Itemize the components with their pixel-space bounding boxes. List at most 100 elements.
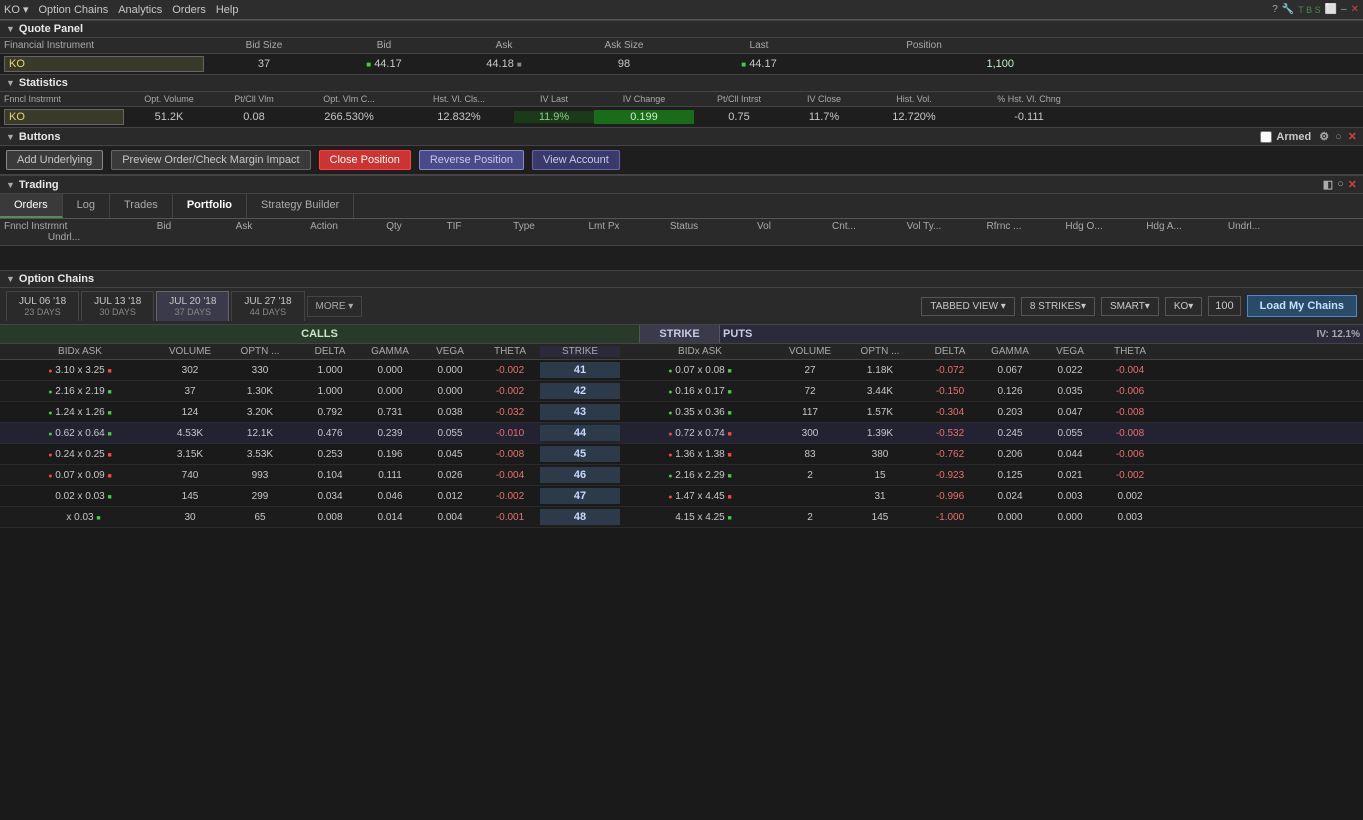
- close-icon[interactable]: ✕: [1351, 4, 1359, 15]
- minimize-icon[interactable]: –: [1341, 4, 1347, 15]
- trading-title: Trading: [19, 179, 59, 191]
- put-bid-ask: ● 1.47 x 4.45 ■: [620, 490, 780, 503]
- call-gamma: 0.111: [360, 470, 420, 481]
- ko-button[interactable]: KO▾: [1165, 297, 1202, 316]
- date-tab-jul27[interactable]: JUL 27 '18 44 DAYS: [231, 291, 304, 321]
- chain-row[interactable]: ● 3.10 x 3.25 ■ 302 330 1.000 0.000 0.00…: [0, 360, 1363, 381]
- stats-iv-last: 11.9%: [514, 111, 594, 123]
- call-volume: 302: [160, 365, 220, 376]
- trading-col-undrl1: Undrl...: [1204, 221, 1284, 232]
- put-volume: 83: [780, 449, 840, 460]
- call-theta: -0.008: [480, 449, 540, 460]
- quote-panel: ▼ Quote Panel Financial Instrument Bid S…: [0, 20, 1363, 74]
- iv-badge: IV: 12.1%: [1317, 329, 1360, 340]
- more-dates-button[interactable]: MORE ▾: [307, 296, 363, 317]
- menu-option-chains[interactable]: Option Chains: [38, 4, 108, 16]
- close-position-button[interactable]: Close Position: [319, 150, 411, 170]
- stats-instrument[interactable]: KO: [4, 109, 124, 125]
- chain-row[interactable]: ● 0.02 x 0.03 ■ 145 299 0.034 0.046 0.01…: [0, 486, 1363, 507]
- trading-col-undrl2: Undrl...: [4, 232, 124, 243]
- tbs-icon: T B S: [1298, 5, 1320, 15]
- smart-button[interactable]: SMART▾: [1101, 297, 1159, 316]
- call-delta: 0.034: [300, 491, 360, 502]
- tab-trades[interactable]: Trades: [110, 194, 173, 218]
- tab-orders[interactable]: Orders: [0, 194, 63, 218]
- help-icon[interactable]: ?: [1272, 4, 1278, 15]
- menu-orders[interactable]: Orders: [172, 4, 206, 16]
- menu-analytics[interactable]: Analytics: [118, 4, 162, 16]
- quote-panel-arrow[interactable]: ▼: [6, 24, 15, 34]
- menu-ko[interactable]: KO ▾: [4, 3, 28, 16]
- call-gamma: 0.000: [360, 365, 420, 376]
- col-put-optn: OPTN ...: [840, 346, 920, 357]
- stats-pt-cll-intrst: 0.75: [694, 111, 784, 123]
- put-volume: 117: [780, 407, 840, 418]
- chain-row[interactable]: ● 1.24 x 1.26 ■ 124 3.20K 0.792 0.731 0.…: [0, 402, 1363, 423]
- date-tab-jul13[interactable]: JUL 13 '18 30 DAYS: [81, 291, 154, 321]
- call-gamma: 0.046: [360, 491, 420, 502]
- col-put-delta: DELTA: [920, 346, 980, 357]
- trading-close-icon[interactable]: ✕: [1348, 178, 1357, 191]
- date-tab-jul20[interactable]: JUL 20 '18 37 DAYS: [156, 291, 229, 321]
- armed-checkbox[interactable]: [1260, 131, 1272, 143]
- call-volume: 30: [160, 512, 220, 523]
- settings-icon[interactable]: 🔧: [1282, 4, 1294, 15]
- strike-value: 45: [540, 446, 620, 462]
- stats-arrow[interactable]: ▼: [6, 78, 15, 88]
- statistics-panel: ▼ Statistics Fnncl Instrmnt Opt. Volume …: [0, 74, 1363, 127]
- chain-row[interactable]: ● 0.24 x 0.25 ■ 3.15K 3.53K 0.253 0.196 …: [0, 444, 1363, 465]
- date-tab-jul06[interactable]: JUL 06 '18 23 DAYS: [6, 291, 79, 321]
- put-bid-ask: ● 0.72 x 0.74 ■: [620, 427, 780, 440]
- call-gamma: 0.731: [360, 407, 420, 418]
- add-underlying-button[interactable]: Add Underlying: [6, 150, 103, 170]
- call-bid-ask: ● 1.24 x 1.26 ■: [0, 406, 160, 419]
- quote-instrument[interactable]: KO: [4, 56, 204, 72]
- stat-col-pt-cll-intrst: Pt/Cll Intrst: [694, 94, 784, 104]
- strike-value: 43: [540, 404, 620, 420]
- tab-portfolio[interactable]: Portfolio: [173, 194, 247, 218]
- buttons-arrow[interactable]: ▼: [6, 132, 15, 142]
- chain-row[interactable]: ● 0.07 x 0.09 ■ 740 993 0.104 0.111 0.02…: [0, 465, 1363, 486]
- call-theta: -0.001: [480, 512, 540, 523]
- menu-help[interactable]: Help: [216, 4, 239, 16]
- call-delta: 0.476: [300, 428, 360, 439]
- strike-value: 42: [540, 383, 620, 399]
- trading-arrow[interactable]: ▼: [6, 180, 15, 190]
- col-ask: Ask: [444, 40, 564, 51]
- strike-value: 46: [540, 467, 620, 483]
- chain-row[interactable]: ● 2.16 x 2.19 ■ 37 1.30K 1.000 0.000 0.0…: [0, 381, 1363, 402]
- option-chains-title: Option Chains: [19, 273, 94, 285]
- col-put-gamma: GAMMA: [980, 346, 1040, 357]
- trading-icon-2[interactable]: ○: [1337, 178, 1344, 191]
- trading-col-status: Status: [644, 221, 724, 232]
- chain-row[interactable]: ● x 0.03 ■ 30 65 0.008 0.014 0.004 -0.00…: [0, 507, 1363, 528]
- preview-order-button[interactable]: Preview Order/Check Margin Impact: [111, 150, 310, 170]
- strikes-button[interactable]: 8 STRIKES▾: [1021, 297, 1095, 316]
- stat-col-iv-change: IV Change: [594, 94, 694, 104]
- trading-icon-1[interactable]: ◧: [1323, 178, 1333, 191]
- reverse-position-button[interactable]: Reverse Position: [419, 150, 524, 170]
- armed-settings-icon[interactable]: ⚙: [1319, 130, 1329, 143]
- chain-row[interactable]: ● 0.62 x 0.64 ■ 4.53K 12.1K 0.476 0.239 …: [0, 423, 1363, 444]
- col-bid: Bid: [324, 40, 444, 51]
- load-my-chains-button[interactable]: Load My Chains: [1247, 295, 1357, 317]
- col-put-bid-ask: BIDx ASK: [620, 346, 780, 357]
- put-volume: 27: [780, 365, 840, 376]
- window-icon[interactable]: ⬜: [1325, 4, 1337, 15]
- view-account-button[interactable]: View Account: [532, 150, 620, 170]
- put-volume: 2: [780, 470, 840, 481]
- put-bid-ask: ● 1.36 x 1.38 ■: [620, 448, 780, 461]
- trading-column-headers: Fnncl Instrmnt Bid Ask Action Qty TIF Ty…: [0, 219, 1363, 246]
- option-chains-arrow[interactable]: ▼: [6, 274, 15, 284]
- tabbed-view-button[interactable]: TABBED VIEW ▾: [921, 297, 1014, 316]
- put-theta: -0.006: [1100, 386, 1160, 397]
- trading-col-ask: Ask: [204, 221, 284, 232]
- tab-log[interactable]: Log: [63, 194, 110, 218]
- put-optn: 1.18K: [840, 365, 920, 376]
- call-gamma: 0.239: [360, 428, 420, 439]
- armed-close-icon[interactable]: ✕: [1348, 130, 1357, 143]
- stat-col-instrument: Fnncl Instrmnt: [4, 94, 124, 104]
- tab-strategy-builder[interactable]: Strategy Builder: [247, 194, 354, 218]
- put-bid-ask: ● 2.16 x 2.29 ■: [620, 469, 780, 482]
- stat-col-hst-vl-cls: Hst. Vl. Cls...: [404, 94, 514, 104]
